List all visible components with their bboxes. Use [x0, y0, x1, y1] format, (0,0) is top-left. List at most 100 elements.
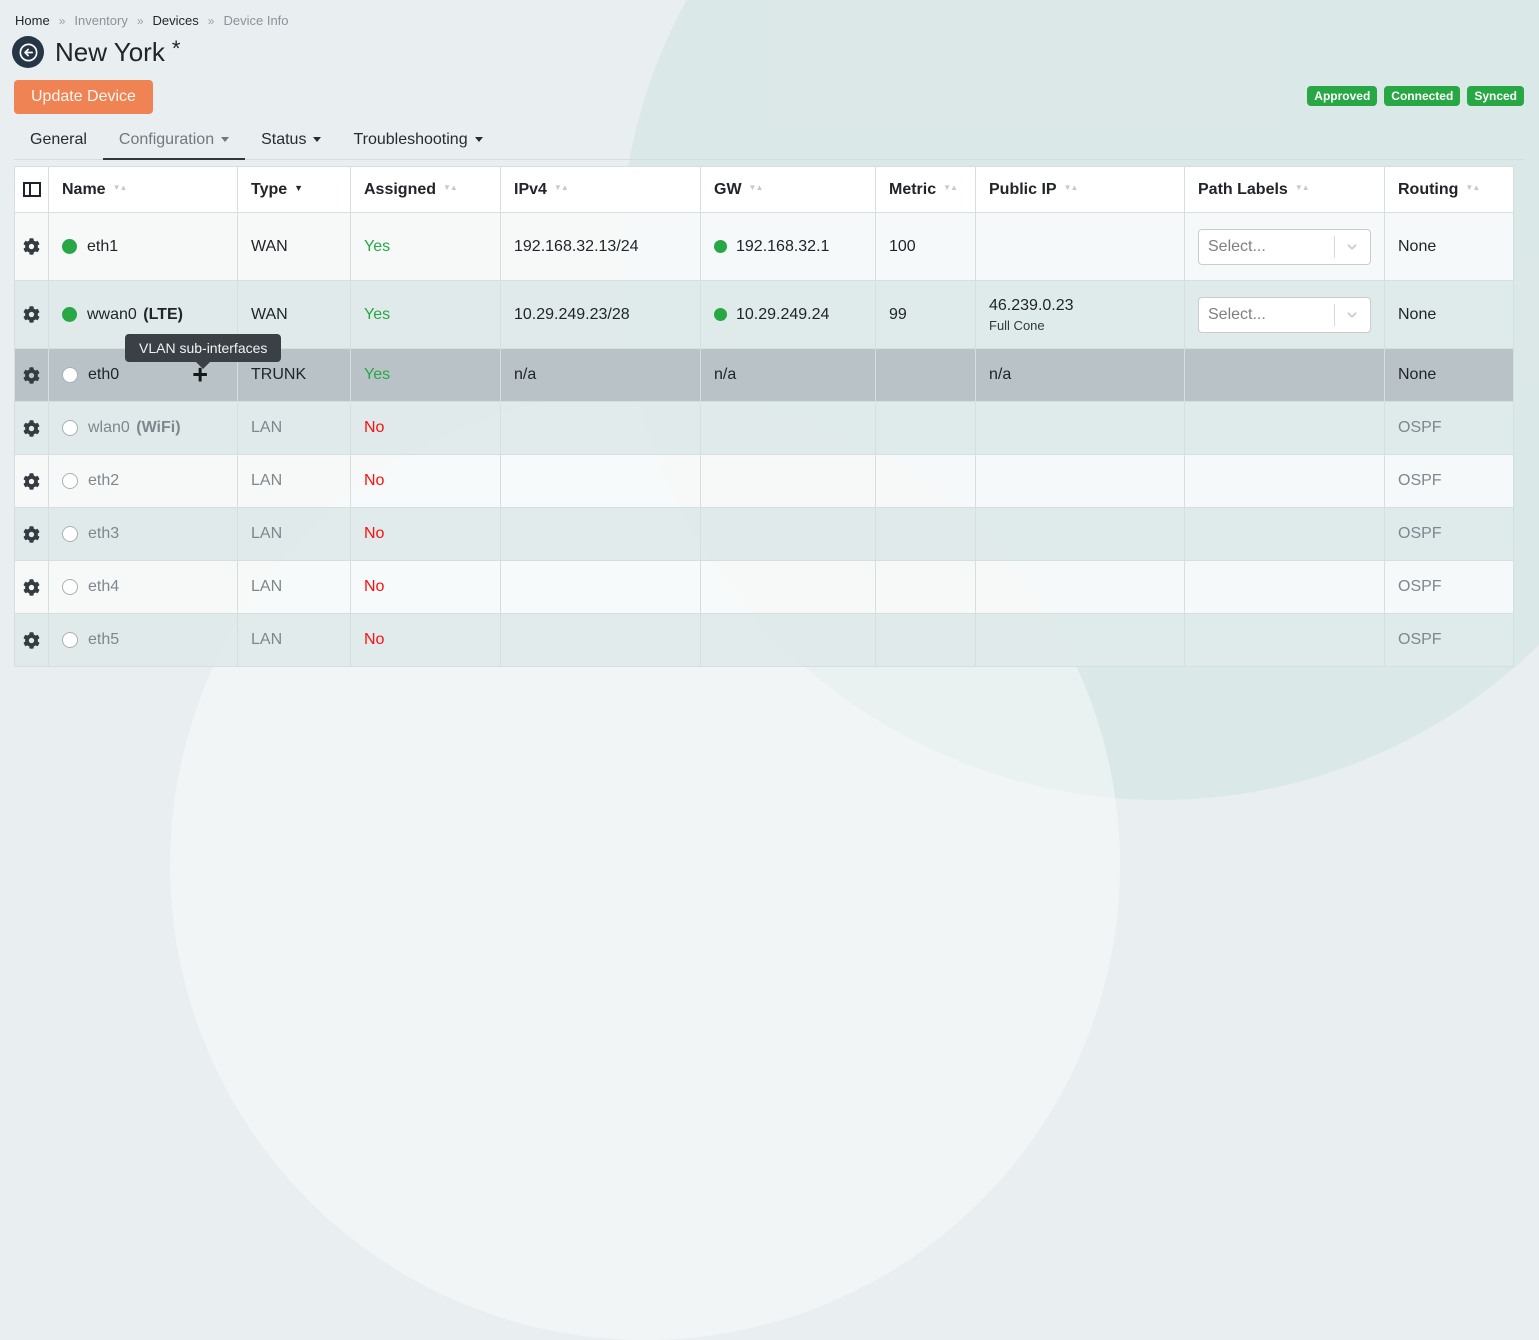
status-badge-approved: Approved	[1307, 86, 1377, 106]
column-header-assigned[interactable]: Assigned▼▲	[351, 167, 501, 213]
interface-settings-gear-icon[interactable]	[23, 420, 40, 437]
cell-gw: 10.29.249.24	[701, 281, 876, 349]
interface-name: eth4	[62, 561, 224, 613]
interface-name-label: eth4	[88, 578, 119, 596]
cell-metric: 100	[876, 213, 976, 281]
cell-public-ip	[976, 508, 1185, 561]
column-header-public_ip[interactable]: Public IP▼▲	[976, 167, 1185, 213]
tab-general[interactable]: General	[14, 126, 103, 160]
tab-label: Configuration	[119, 131, 214, 148]
column-header-path_labels[interactable]: Path Labels▼▲	[1185, 167, 1385, 213]
cell-metric	[876, 561, 976, 614]
tooltip-arrow-icon	[196, 362, 210, 369]
cell-name: wlan0 (WiFi)	[49, 402, 238, 455]
table-row-wlan0: wlan0 (WiFi)LANNoOSPF	[15, 402, 1514, 455]
sort-arrows-icon: ▼▲	[113, 183, 127, 192]
unsaved-changes-marker: *	[172, 36, 181, 61]
gw-ip: 192.168.32.1	[736, 238, 829, 256]
column-header-ipv4[interactable]: IPv4▼▲	[501, 167, 701, 213]
cell-metric	[876, 349, 976, 402]
breadcrumb-item-inventory[interactable]: Inventory	[74, 13, 127, 28]
breadcrumb-item-device-info[interactable]: Device Info	[223, 13, 288, 28]
column-header-label: Name	[62, 181, 106, 198]
tab-status[interactable]: Status	[245, 126, 337, 160]
status-badge-connected: Connected	[1384, 86, 1460, 106]
arrow-left-circle-icon	[18, 42, 39, 63]
assigned-value: No	[364, 525, 384, 542]
update-device-button[interactable]: Update Device	[14, 80, 153, 114]
link-up-dot-icon	[62, 307, 77, 322]
interface-name-label: eth1	[87, 238, 118, 256]
cell-assigned: No	[351, 614, 501, 667]
cell-public-ip	[976, 561, 1185, 614]
interface-name-label: wlan0 (WiFi)	[88, 419, 181, 437]
cell-assigned: No	[351, 561, 501, 614]
path-labels-select[interactable]: Select...	[1198, 297, 1371, 333]
cell-ipv4	[501, 508, 701, 561]
interfaces-table: Name ▼▲ Type▼Assigned▼▲IPv4▼▲GW▼▲ Metric ▼▲ P…	[14, 166, 1514, 667]
cell-routing: OSPF	[1385, 402, 1514, 455]
unassigned-circle-icon	[62, 632, 78, 648]
cell-assigned: No	[351, 508, 501, 561]
interface-settings-gear-icon[interactable]	[23, 473, 40, 490]
column-header-type[interactable]: Type▼	[238, 167, 351, 213]
cell-gw: n/a	[701, 349, 876, 402]
cell-name: eth5	[49, 614, 238, 667]
cell-path-labels	[1185, 614, 1385, 667]
cell-assigned: No	[351, 455, 501, 508]
column-header-routing[interactable]: Routing▼▲	[1385, 167, 1514, 213]
gw-value: 192.168.32.1	[714, 238, 862, 256]
back-button[interactable]	[12, 36, 44, 68]
column-header-label: Metric	[889, 181, 936, 198]
interface-settings-gear-icon[interactable]	[23, 526, 40, 543]
interface-settings-gear-icon[interactable]	[23, 632, 40, 649]
cell-settings	[15, 281, 49, 349]
tab-label: Status	[261, 131, 306, 148]
cell-name: eth4	[49, 561, 238, 614]
breadcrumb-separator: »	[59, 14, 66, 28]
cell-ipv4	[501, 561, 701, 614]
unassigned-circle-icon	[62, 420, 78, 436]
nat-type-value: Full Cone	[989, 318, 1171, 333]
cell-public-ip: n/a	[976, 349, 1185, 402]
public-ip-value: n/a	[989, 366, 1171, 384]
cell-settings	[15, 561, 49, 614]
interface-settings-gear-icon[interactable]	[23, 579, 40, 596]
breadcrumb-item-devices[interactable]: Devices	[153, 13, 199, 28]
cell-metric	[876, 508, 976, 561]
public-ip-value: 46.239.0.23	[989, 297, 1171, 315]
cell-type: LAN	[238, 508, 351, 561]
interface-settings-gear-icon[interactable]	[23, 306, 40, 323]
cell-type: LAN	[238, 614, 351, 667]
cell-gw: 192.168.32.1	[701, 213, 876, 281]
cell-assigned: No	[351, 402, 501, 455]
column-header-metric[interactable]: Metric ▼▲	[876, 167, 976, 213]
sort-arrows-icon: ▼▲	[943, 183, 957, 192]
caret-down-icon	[313, 137, 321, 142]
interface-name-label: wwan0 (LTE)	[87, 306, 183, 324]
cell-gw	[701, 561, 876, 614]
cell-routing: OSPF	[1385, 561, 1514, 614]
column-header-label: Routing	[1398, 181, 1458, 198]
tab-troubleshooting[interactable]: Troubleshooting	[337, 126, 498, 160]
assigned-value: No	[364, 472, 384, 489]
column-header-label: Path Labels	[1198, 181, 1288, 198]
interface-settings-gear-icon[interactable]	[23, 238, 40, 255]
table-header: Name ▼▲ Type▼Assigned▼▲IPv4▼▲GW▼▲ Metric ▼▲ P…	[15, 167, 1514, 213]
column-header-gw[interactable]: GW▼▲	[701, 167, 876, 213]
assigned-value: Yes	[364, 306, 390, 323]
column-header-name[interactable]: Name ▼▲	[49, 167, 238, 213]
select-separator	[1334, 236, 1335, 258]
cell-routing: None	[1385, 213, 1514, 281]
table-row-eth3: eth3LANNoOSPF	[15, 508, 1514, 561]
cell-metric: 99	[876, 281, 976, 349]
unassigned-circle-icon	[62, 367, 78, 383]
unassigned-circle-icon	[62, 473, 78, 489]
column-header-label: GW	[714, 181, 742, 198]
table-row-eth5: eth5LANNoOSPF	[15, 614, 1514, 667]
tab-configuration[interactable]: Configuration	[103, 126, 245, 160]
path-labels-select[interactable]: Select...	[1198, 229, 1371, 265]
interface-settings-gear-icon[interactable]	[23, 367, 40, 384]
cell-name: eth2	[49, 455, 238, 508]
breadcrumb-item-home[interactable]: Home	[15, 13, 50, 28]
